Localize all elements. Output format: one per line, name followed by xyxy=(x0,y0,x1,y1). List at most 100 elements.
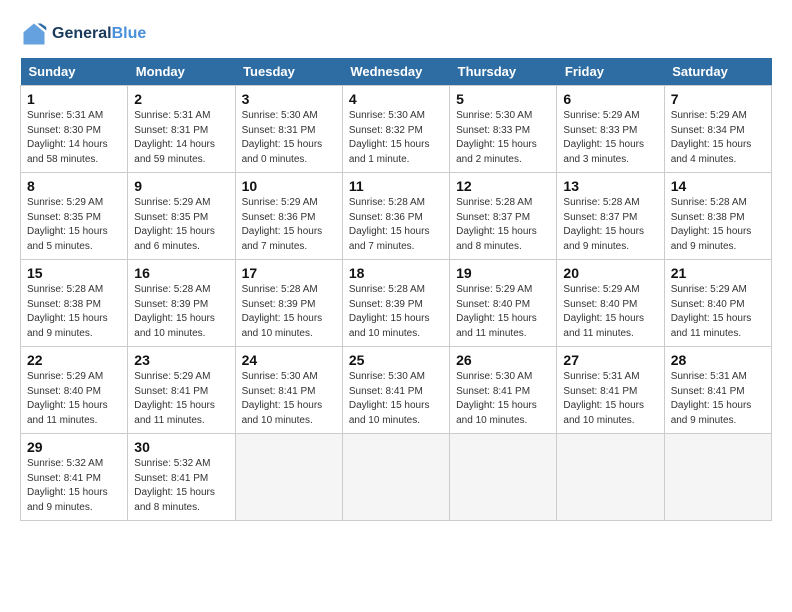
day-info: Sunrise: 5:30 AM Sunset: 8:41 PM Dayligh… xyxy=(242,370,336,428)
day-info: Sunrise: 5:30 AM Sunset: 8:31 PM Dayligh… xyxy=(242,109,336,167)
week-row-4: 22 Sunrise: 5:29 AM Sunset: 8:40 PM Dayli… xyxy=(21,347,772,434)
weekday-header-monday: Monday xyxy=(128,58,235,86)
calendar-cell: 10Sunrise: 5:29 AM Sunset: 8:36 PM Dayli… xyxy=(235,173,342,260)
day-number: 27 xyxy=(563,352,657,368)
calendar-cell: 30 Sunrise: 5:32 AM Sunset: 8:41 PM Dayli… xyxy=(128,434,235,521)
day-info: Sunrise: 5:28 AM Sunset: 8:37 PM Dayligh… xyxy=(563,196,657,254)
calendar-body: 1 Sunrise: 5:31 AM Sunset: 8:30 PM Daylig… xyxy=(21,86,772,521)
day-info: Sunrise: 5:29 AM Sunset: 8:34 PM Dayligh… xyxy=(671,109,765,167)
day-info: Sunrise: 5:30 AM Sunset: 8:32 PM Dayligh… xyxy=(349,109,443,167)
day-number: 2 xyxy=(134,91,228,107)
weekday-header-wednesday: Wednesday xyxy=(342,58,449,86)
weekday-header-saturday: Saturday xyxy=(664,58,771,86)
day-info: Sunrise: 5:29 AM Sunset: 8:35 PM Dayligh… xyxy=(134,196,228,254)
day-number: 12 xyxy=(456,178,550,194)
calendar-cell: 4Sunrise: 5:30 AM Sunset: 8:32 PM Daylig… xyxy=(342,86,449,173)
calendar-cell: 22 Sunrise: 5:29 AM Sunset: 8:40 PM Dayli… xyxy=(21,347,128,434)
day-number: 1 xyxy=(27,91,121,107)
day-number: 18 xyxy=(349,265,443,281)
day-info: Sunrise: 5:28 AM Sunset: 8:37 PM Dayligh… xyxy=(456,196,550,254)
day-number: 9 xyxy=(134,178,228,194)
calendar-cell: 5 Sunrise: 5:30 AM Sunset: 8:33 PM Daylig… xyxy=(450,86,557,173)
week-row-5: 29Sunrise: 5:32 AM Sunset: 8:41 PM Dayli… xyxy=(21,434,772,521)
calendar-cell: 21 Sunrise: 5:29 AM Sunset: 8:40 PM Dayli… xyxy=(664,260,771,347)
day-info: Sunrise: 5:29 AM Sunset: 8:35 PM Dayligh… xyxy=(27,196,121,254)
day-number: 20 xyxy=(563,265,657,281)
day-number: 3 xyxy=(242,91,336,107)
calendar-cell: 8 Sunrise: 5:29 AM Sunset: 8:35 PM Daylig… xyxy=(21,173,128,260)
weekday-header-sunday: Sunday xyxy=(21,58,128,86)
day-number: 7 xyxy=(671,91,765,107)
week-row-1: 1 Sunrise: 5:31 AM Sunset: 8:30 PM Daylig… xyxy=(21,86,772,173)
weekday-header-thursday: Thursday xyxy=(450,58,557,86)
day-number: 23 xyxy=(134,352,228,368)
calendar-cell: 14Sunrise: 5:28 AM Sunset: 8:38 PM Dayli… xyxy=(664,173,771,260)
calendar-cell: 3 Sunrise: 5:30 AM Sunset: 8:31 PM Daylig… xyxy=(235,86,342,173)
calendar-cell: 24 Sunrise: 5:30 AM Sunset: 8:41 PM Dayli… xyxy=(235,347,342,434)
day-number: 30 xyxy=(134,439,228,455)
day-number: 14 xyxy=(671,178,765,194)
calendar-cell: 7 Sunrise: 5:29 AM Sunset: 8:34 PM Daylig… xyxy=(664,86,771,173)
day-number: 10 xyxy=(242,178,336,194)
calendar-cell: 28 Sunrise: 5:31 AM Sunset: 8:41 PM Dayli… xyxy=(664,347,771,434)
week-row-3: 15 Sunrise: 5:28 AM Sunset: 8:38 PM Dayli… xyxy=(21,260,772,347)
calendar-cell xyxy=(557,434,664,521)
day-info: Sunrise: 5:31 AM Sunset: 8:31 PM Dayligh… xyxy=(134,109,228,167)
calendar-cell: 23 Sunrise: 5:29 AM Sunset: 8:41 PM Dayli… xyxy=(128,347,235,434)
weekday-header-friday: Friday xyxy=(557,58,664,86)
calendar-cell: 11 Sunrise: 5:28 AM Sunset: 8:36 PM Dayli… xyxy=(342,173,449,260)
calendar-cell: 26 Sunrise: 5:30 AM Sunset: 8:41 PM Dayli… xyxy=(450,347,557,434)
calendar-cell: 15 Sunrise: 5:28 AM Sunset: 8:38 PM Dayli… xyxy=(21,260,128,347)
calendar-cell: 16 Sunrise: 5:28 AM Sunset: 8:39 PM Dayli… xyxy=(128,260,235,347)
day-info: Sunrise: 5:30 AM Sunset: 8:33 PM Dayligh… xyxy=(456,109,550,167)
day-number: 19 xyxy=(456,265,550,281)
calendar-cell: 2 Sunrise: 5:31 AM Sunset: 8:31 PM Daylig… xyxy=(128,86,235,173)
day-number: 15 xyxy=(27,265,121,281)
day-info: Sunrise: 5:32 AM Sunset: 8:41 PM Dayligh… xyxy=(134,457,228,515)
calendar-cell: 27Sunrise: 5:31 AM Sunset: 8:41 PM Dayli… xyxy=(557,347,664,434)
page-header: GeneralBlue xyxy=(20,20,772,48)
day-info: Sunrise: 5:28 AM Sunset: 8:39 PM Dayligh… xyxy=(242,283,336,341)
day-number: 24 xyxy=(242,352,336,368)
logo-icon xyxy=(20,20,48,48)
day-info: Sunrise: 5:30 AM Sunset: 8:41 PM Dayligh… xyxy=(456,370,550,428)
calendar-cell: 6Sunrise: 5:29 AM Sunset: 8:33 PM Daylig… xyxy=(557,86,664,173)
calendar-cell: 17 Sunrise: 5:28 AM Sunset: 8:39 PM Dayli… xyxy=(235,260,342,347)
calendar-cell: 25Sunrise: 5:30 AM Sunset: 8:41 PM Dayli… xyxy=(342,347,449,434)
calendar-cell: 29Sunrise: 5:32 AM Sunset: 8:41 PM Dayli… xyxy=(21,434,128,521)
day-info: Sunrise: 5:29 AM Sunset: 8:40 PM Dayligh… xyxy=(671,283,765,341)
logo-text: GeneralBlue xyxy=(52,25,146,43)
day-info: Sunrise: 5:28 AM Sunset: 8:38 PM Dayligh… xyxy=(27,283,121,341)
day-info: Sunrise: 5:31 AM Sunset: 8:41 PM Dayligh… xyxy=(671,370,765,428)
calendar-cell: 19 Sunrise: 5:29 AM Sunset: 8:40 PM Dayli… xyxy=(450,260,557,347)
day-number: 21 xyxy=(671,265,765,281)
day-number: 22 xyxy=(27,352,121,368)
day-info: Sunrise: 5:29 AM Sunset: 8:40 PM Dayligh… xyxy=(27,370,121,428)
day-number: 5 xyxy=(456,91,550,107)
calendar-cell: 12 Sunrise: 5:28 AM Sunset: 8:37 PM Dayli… xyxy=(450,173,557,260)
day-info: Sunrise: 5:31 AM Sunset: 8:30 PM Dayligh… xyxy=(27,109,121,167)
day-number: 8 xyxy=(27,178,121,194)
day-info: Sunrise: 5:28 AM Sunset: 8:39 PM Dayligh… xyxy=(134,283,228,341)
day-number: 11 xyxy=(349,178,443,194)
day-info: Sunrise: 5:29 AM Sunset: 8:40 PM Dayligh… xyxy=(456,283,550,341)
calendar-cell: 18 Sunrise: 5:28 AM Sunset: 8:39 PM Dayli… xyxy=(342,260,449,347)
day-info: Sunrise: 5:32 AM Sunset: 8:41 PM Dayligh… xyxy=(27,457,121,515)
calendar-cell: 1 Sunrise: 5:31 AM Sunset: 8:30 PM Daylig… xyxy=(21,86,128,173)
day-number: 28 xyxy=(671,352,765,368)
day-info: Sunrise: 5:28 AM Sunset: 8:36 PM Dayligh… xyxy=(349,196,443,254)
day-number: 16 xyxy=(134,265,228,281)
day-info: Sunrise: 5:30 AM Sunset: 8:41 PM Dayligh… xyxy=(349,370,443,428)
calendar-cell xyxy=(664,434,771,521)
week-row-2: 8 Sunrise: 5:29 AM Sunset: 8:35 PM Daylig… xyxy=(21,173,772,260)
day-info: Sunrise: 5:28 AM Sunset: 8:39 PM Dayligh… xyxy=(349,283,443,341)
calendar-cell: 20 Sunrise: 5:29 AM Sunset: 8:40 PM Dayli… xyxy=(557,260,664,347)
calendar-cell: 13Sunrise: 5:28 AM Sunset: 8:37 PM Dayli… xyxy=(557,173,664,260)
calendar-cell xyxy=(235,434,342,521)
day-number: 17 xyxy=(242,265,336,281)
day-info: Sunrise: 5:29 AM Sunset: 8:33 PM Dayligh… xyxy=(563,109,657,167)
day-number: 26 xyxy=(456,352,550,368)
day-info: Sunrise: 5:29 AM Sunset: 8:41 PM Dayligh… xyxy=(134,370,228,428)
weekday-header-tuesday: Tuesday xyxy=(235,58,342,86)
day-info: Sunrise: 5:29 AM Sunset: 8:40 PM Dayligh… xyxy=(563,283,657,341)
